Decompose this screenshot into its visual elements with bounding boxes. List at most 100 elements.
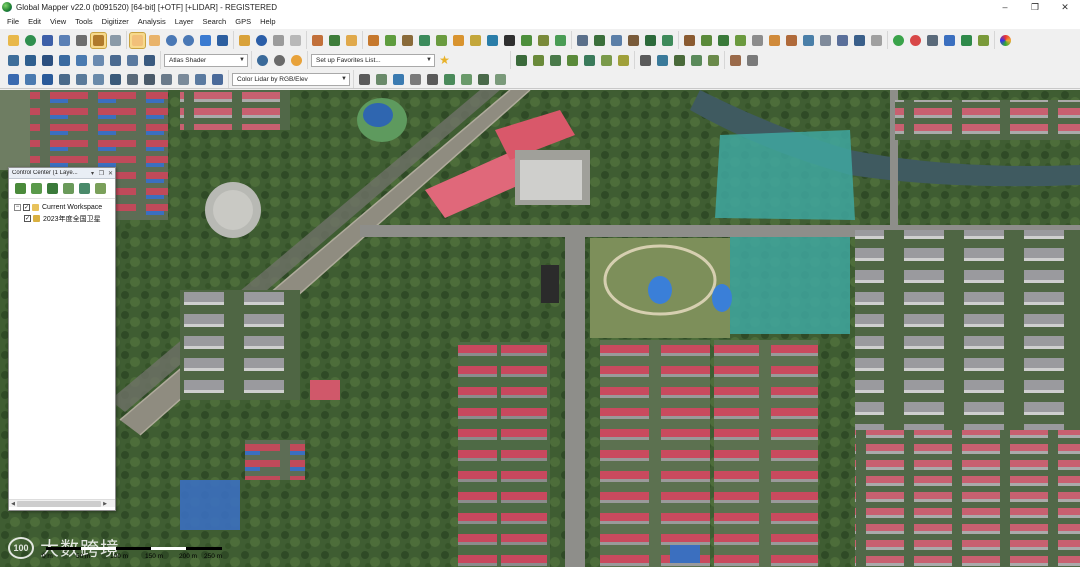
layer-options-icon[interactable] xyxy=(46,182,59,195)
restore-icon[interactable]: ❐ xyxy=(97,170,106,177)
menu-view[interactable]: View xyxy=(50,17,66,26)
terrain-icon[interactable] xyxy=(485,33,500,48)
layer-grid-icon[interactable] xyxy=(6,53,21,68)
edit-vertex-icon[interactable] xyxy=(672,53,687,68)
terrain-icon[interactable] xyxy=(417,33,432,48)
edit-vertex-icon[interactable] xyxy=(638,53,653,68)
gps-icon[interactable] xyxy=(660,33,675,48)
gps-icon[interactable] xyxy=(609,33,624,48)
scroll-left-icon[interactable]: ◀ xyxy=(9,501,17,507)
menu-help[interactable]: Help xyxy=(260,17,275,26)
gps-icon[interactable] xyxy=(643,33,658,48)
digitize-icon[interactable] xyxy=(582,53,597,68)
lidar-filter-icon[interactable] xyxy=(442,72,457,87)
close-button[interactable]: ✕ xyxy=(1050,0,1080,14)
lidar-tool-icon[interactable] xyxy=(193,72,208,87)
ruler-icon[interactable] xyxy=(310,33,325,48)
terrain-icon[interactable] xyxy=(553,33,568,48)
horizontal-scrollbar[interactable]: ◀ ▶ xyxy=(9,499,115,507)
paint-icon[interactable] xyxy=(57,53,72,68)
close-icon[interactable]: ✕ xyxy=(106,170,115,177)
route-icon[interactable] xyxy=(976,33,991,48)
gps-icon[interactable] xyxy=(626,33,641,48)
layer-options-icon[interactable] xyxy=(62,182,75,195)
terrain-icon[interactable] xyxy=(400,33,415,48)
lidar-tool-icon[interactable] xyxy=(40,72,55,87)
add-layer-icon[interactable] xyxy=(14,182,27,195)
tree-node-layer[interactable]: ✓ 2023年度全国卫星 xyxy=(14,213,115,224)
digitize-icon[interactable] xyxy=(616,53,631,68)
3d-view-icon[interactable] xyxy=(327,33,342,48)
tree-node-workspace[interactable]: − ✓ Current Workspace xyxy=(14,202,115,213)
scroll-thumb[interactable] xyxy=(17,500,101,507)
grid-icon[interactable] xyxy=(108,33,123,48)
gps-icon[interactable] xyxy=(575,33,590,48)
edit-vertex-icon[interactable] xyxy=(655,53,670,68)
layer-options-icon[interactable] xyxy=(94,182,107,195)
cut-icon[interactable] xyxy=(271,33,286,48)
globe-icon[interactable] xyxy=(255,53,270,68)
control-center-titlebar[interactable]: Control Center (1 Laye... ▾ ❐ ✕ xyxy=(9,168,115,179)
stop-icon[interactable] xyxy=(908,33,923,48)
shader-select[interactable]: Atlas Shader ▼ xyxy=(164,53,248,67)
collapse-icon[interactable]: − xyxy=(14,204,21,211)
digitize-icon[interactable] xyxy=(514,53,529,68)
wrench-icon[interactable] xyxy=(74,33,89,48)
mountain-icon[interactable] xyxy=(733,33,748,48)
lidar-tool-icon[interactable] xyxy=(6,72,21,87)
digitize-icon[interactable] xyxy=(548,53,563,68)
lidar-filter-icon[interactable] xyxy=(357,72,372,87)
terrain-icon[interactable] xyxy=(536,33,551,48)
paint-icon[interactable] xyxy=(108,53,123,68)
terrain-icon[interactable] xyxy=(451,33,466,48)
add-layer-icon[interactable] xyxy=(30,182,43,195)
digitize-icon[interactable] xyxy=(599,53,614,68)
paint-icon[interactable] xyxy=(91,53,106,68)
lidar-filter-icon[interactable] xyxy=(391,72,406,87)
back-arrow-icon[interactable] xyxy=(198,33,213,48)
route-icon[interactable] xyxy=(959,33,974,48)
lidar-filter-icon[interactable] xyxy=(459,72,474,87)
lidar-tool-icon[interactable] xyxy=(210,72,225,87)
mountain-icon[interactable] xyxy=(699,33,714,48)
lidar-filter-icon[interactable] xyxy=(493,72,508,87)
control-center-panel[interactable]: Control Center (1 Laye... ▾ ❐ ✕ − ✓ Curr… xyxy=(8,167,116,511)
zoom-out-icon[interactable] xyxy=(181,33,196,48)
mountain-icon[interactable] xyxy=(801,33,816,48)
paint-icon[interactable] xyxy=(23,53,38,68)
move-icon[interactable] xyxy=(57,72,72,87)
paint-icon[interactable] xyxy=(142,53,157,68)
lidar-filter-icon[interactable] xyxy=(408,72,423,87)
globe-icon[interactable] xyxy=(23,33,38,48)
lidar-tool-icon[interactable] xyxy=(125,72,140,87)
lidar-tool-icon[interactable] xyxy=(159,72,174,87)
gps-icon[interactable] xyxy=(592,33,607,48)
lidar-tool-icon[interactable] xyxy=(23,72,38,87)
lidar-tool-icon[interactable] xyxy=(176,72,191,87)
lidar-tool-icon[interactable] xyxy=(74,72,89,87)
search-map-icon[interactable] xyxy=(344,33,359,48)
mountain-icon[interactable] xyxy=(818,33,833,48)
scroll-right-icon[interactable]: ▶ xyxy=(101,501,109,507)
lidar-tool-icon[interactable] xyxy=(142,72,157,87)
mountain-icon[interactable] xyxy=(767,33,782,48)
maximize-button[interactable]: ❐ xyxy=(1020,0,1050,14)
mountain-icon[interactable] xyxy=(835,33,850,48)
layer-checkbox[interactable]: ✓ xyxy=(24,215,31,222)
play-icon[interactable] xyxy=(891,33,906,48)
map-view[interactable] xyxy=(0,90,1080,567)
gear-icon[interactable] xyxy=(272,53,287,68)
favorites-select[interactable]: Set up Favorites List... ▼ xyxy=(311,53,435,67)
pencil-icon[interactable] xyxy=(237,33,252,48)
home-icon[interactable] xyxy=(215,33,230,48)
digitize-icon[interactable] xyxy=(531,53,546,68)
color-wheel-icon[interactable] xyxy=(998,33,1013,48)
save-icon[interactable] xyxy=(40,33,55,48)
pin-icon[interactable]: ▾ xyxy=(88,170,97,177)
record-icon[interactable] xyxy=(925,33,940,48)
mountain-icon[interactable] xyxy=(852,33,867,48)
zoom-in-icon[interactable] xyxy=(164,33,179,48)
digitize-icon[interactable] xyxy=(565,53,580,68)
terrain-icon[interactable] xyxy=(366,33,381,48)
sun-icon[interactable] xyxy=(289,53,304,68)
